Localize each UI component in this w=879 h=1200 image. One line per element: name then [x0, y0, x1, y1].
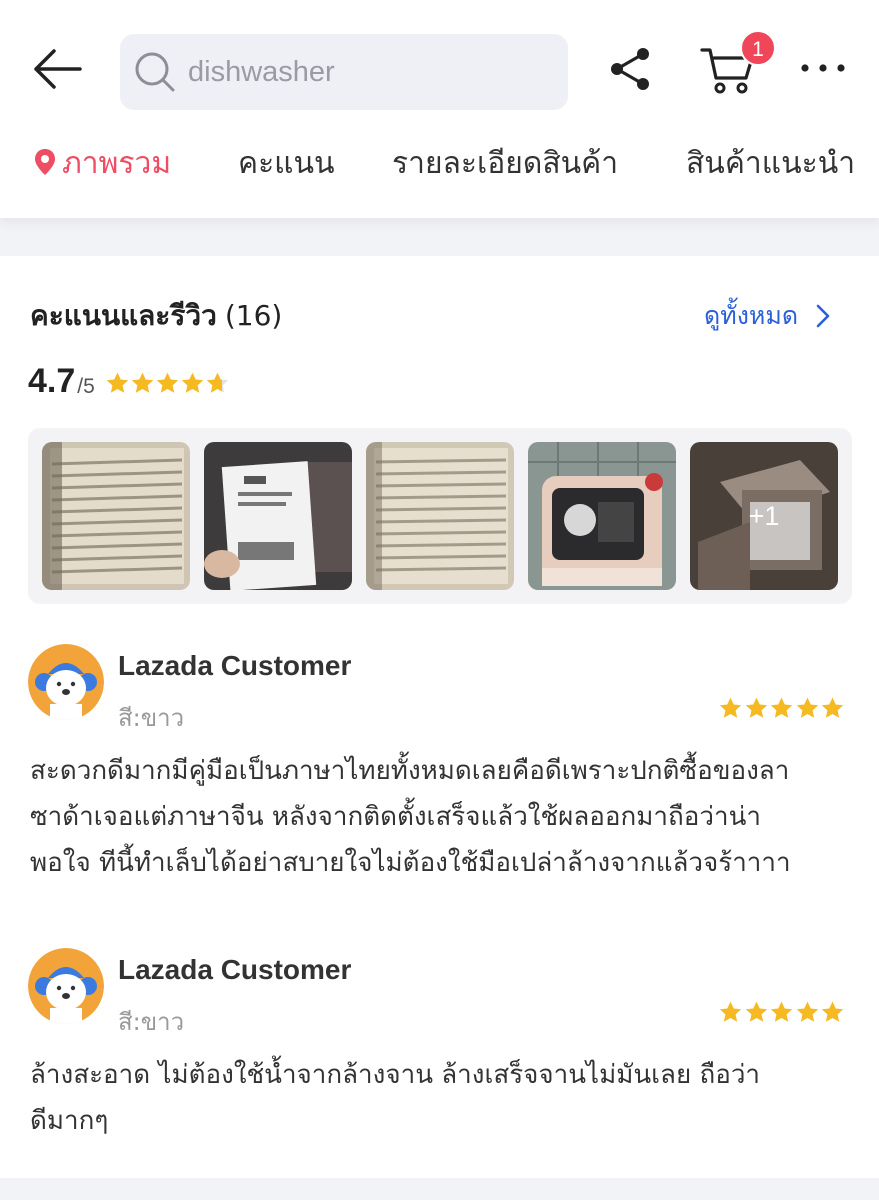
- star-full-icon: [131, 372, 154, 393]
- top-bar: 1 ภาพรวม คะแนน รายละเอียดสินค้า สินค้าแน…: [0, 0, 879, 218]
- star-full-icon: [156, 372, 179, 393]
- star-full-icon: [745, 1001, 767, 1022]
- reviews-count: (16): [224, 299, 283, 332]
- bottom-divider: [0, 1178, 879, 1200]
- review-photo-gallery: +1: [28, 428, 852, 604]
- view-all-link[interactable]: ดูทั้งหมด: [704, 296, 830, 336]
- review-text-line: ล้างสะอาด ไม่ต้องใช้น้ำจากล้างจาน ล้างเส…: [30, 1060, 761, 1090]
- review-photo-more[interactable]: +1: [690, 442, 838, 590]
- review-photo-image: [42, 442, 190, 590]
- review-text-line: พอใจ ทีนี้ทำเล็บได้อย่าสบายใจไม่ต้องใช้ม…: [30, 848, 791, 878]
- review-photo-image: [528, 442, 676, 590]
- star-full-icon: [719, 1001, 742, 1022]
- more-options-icon[interactable]: [800, 60, 846, 76]
- tab-product-details[interactable]: รายละเอียดสินค้า: [392, 140, 618, 187]
- review-stars: [718, 696, 846, 721]
- tab-ratings[interactable]: คะแนน: [238, 140, 335, 187]
- review-photo[interactable]: [204, 442, 352, 590]
- view-all-label: ดูทั้งหมด: [704, 301, 799, 330]
- reviews-heading: คะแนนและรีวิว (16): [30, 294, 282, 338]
- review-author: Lazada Customer: [118, 650, 352, 681]
- tab-overview[interactable]: ภาพรวม: [34, 140, 171, 187]
- share-icon[interactable]: [608, 46, 654, 92]
- section-tabs: ภาพรวม คะแนน รายละเอียดสินค้า สินค้าแนะน…: [0, 140, 879, 200]
- reviews-title: คะแนนและรีวิว: [30, 299, 217, 332]
- rating-max: /5: [77, 374, 95, 398]
- star-full-icon: [745, 697, 767, 718]
- star-partial-icon: [206, 372, 229, 393]
- tab-recommended[interactable]: สินค้าแนะนำ: [686, 140, 855, 187]
- rating-value: 4.7: [28, 362, 76, 400]
- review-variant: สี:ขาว: [118, 1008, 185, 1036]
- star-full-icon: [719, 697, 742, 718]
- review-photo-image: [366, 442, 514, 590]
- review-photo-image: [204, 442, 352, 590]
- tab-overview-label: ภาพรวม: [62, 146, 172, 181]
- review-text: ล้างสะอาด ไม่ต้องใช้น้ำจากล้างจาน ล้างเส…: [30, 1052, 850, 1144]
- star-full-icon: [770, 1001, 793, 1022]
- star-full-icon: [770, 697, 793, 718]
- star-full-icon: [821, 697, 844, 718]
- star-full-icon: [821, 1001, 844, 1022]
- star-full-icon: [796, 697, 818, 718]
- star-full-icon: [796, 1001, 818, 1022]
- back-arrow-icon[interactable]: [28, 44, 88, 94]
- chevron-right-icon: [816, 304, 830, 328]
- review-text-line: สะดวกดีมากมีคู่มือเป็นภาษาไทยทั้งหมดเลยค…: [30, 756, 790, 786]
- review-photo[interactable]: [366, 442, 514, 590]
- review-photo[interactable]: [42, 442, 190, 590]
- cart-count-badge: 1: [740, 30, 776, 66]
- more-photos-count: +1: [748, 500, 780, 531]
- review-text-line: ดีมากๆ: [30, 1106, 109, 1136]
- review-text-line: ซาด้าเจอแต่ภาษาจีน หลังจากติดตั้งเสร็จแล…: [30, 802, 761, 832]
- bear-avatar-icon: [28, 644, 104, 720]
- bear-avatar-icon: [28, 948, 104, 1024]
- reviews-card: คะแนนและรีวิว (16) ดูทั้งหมด 4.7 /5 +1 L…: [0, 256, 879, 1178]
- review-text: สะดวกดีมากมีคู่มือเป็นภาษาไทยทั้งหมดเลยค…: [30, 748, 850, 886]
- avatar: [28, 644, 104, 720]
- search-input[interactable]: [188, 55, 548, 89]
- search-icon: [135, 52, 175, 92]
- avatar: [28, 948, 104, 1024]
- search-bar[interactable]: [120, 34, 568, 110]
- review-variant: สี:ขาว: [118, 704, 185, 732]
- review-author: Lazada Customer: [118, 954, 352, 985]
- location-pin-icon: [35, 149, 55, 175]
- overall-rating: 4.7 /5: [28, 364, 230, 398]
- star-full-icon: [181, 372, 204, 393]
- review-photo[interactable]: [528, 442, 676, 590]
- review-stars: [718, 1000, 846, 1025]
- rating-stars: [105, 371, 230, 396]
- star-full-icon: [106, 372, 129, 393]
